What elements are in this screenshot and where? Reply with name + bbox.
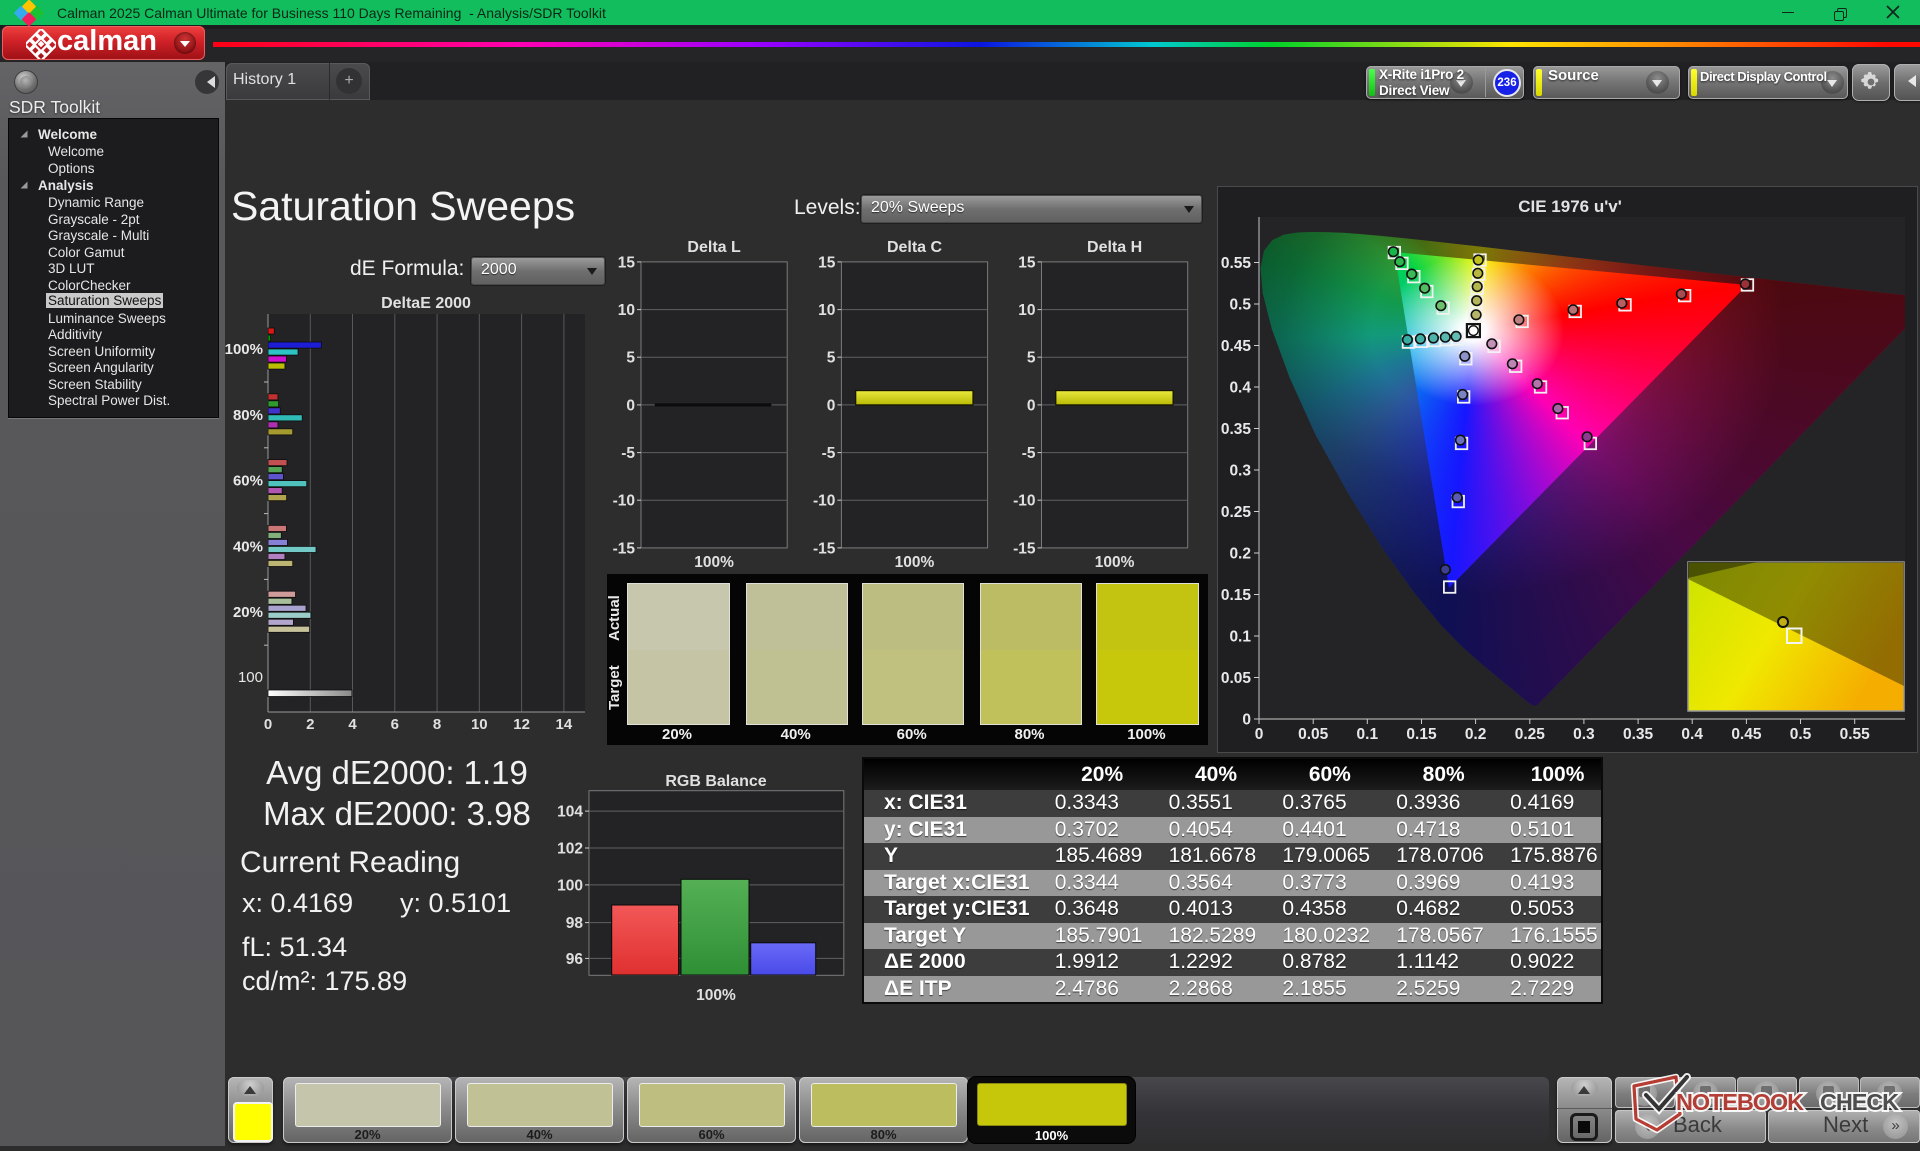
- svg-text:-5: -5: [621, 445, 635, 462]
- svg-text:0.1: 0.1: [1357, 726, 1379, 743]
- svg-text:0.15: 0.15: [1221, 587, 1252, 604]
- svg-text:80%: 80%: [233, 407, 263, 424]
- svg-text:CHECK: CHECK: [1820, 1089, 1899, 1115]
- svg-text:15: 15: [818, 254, 836, 271]
- svg-text:0: 0: [1242, 712, 1251, 729]
- svg-text:100%: 100%: [1095, 554, 1135, 571]
- svg-text:2: 2: [306, 716, 314, 733]
- svg-text:0: 0: [264, 716, 272, 733]
- svg-text:0: 0: [626, 397, 635, 414]
- svg-text:0.4: 0.4: [1229, 380, 1251, 397]
- svg-text:104: 104: [557, 804, 583, 821]
- svg-text:0: 0: [1255, 726, 1264, 743]
- svg-text:NOTEBOOK: NOTEBOOK: [1676, 1089, 1804, 1115]
- svg-text:12: 12: [513, 716, 530, 733]
- svg-text:Delta C: Delta C: [887, 239, 943, 256]
- svg-text:100%: 100%: [696, 987, 736, 1004]
- svg-text:60%: 60%: [233, 473, 263, 490]
- svg-text:10: 10: [818, 302, 835, 319]
- svg-text:Delta L: Delta L: [687, 239, 741, 256]
- svg-text:100%: 100%: [895, 554, 935, 571]
- svg-text:0.45: 0.45: [1731, 726, 1762, 743]
- svg-text:0.1: 0.1: [1229, 629, 1251, 646]
- svg-text:5: 5: [626, 350, 635, 367]
- svg-text:4: 4: [348, 716, 357, 733]
- svg-text:0.5: 0.5: [1229, 297, 1251, 314]
- svg-text:100%: 100%: [694, 554, 734, 571]
- svg-text:0.2: 0.2: [1229, 546, 1251, 563]
- svg-text:-10: -10: [1013, 493, 1035, 510]
- svg-text:DeltaE 2000: DeltaE 2000: [381, 295, 471, 312]
- svg-text:0.35: 0.35: [1623, 726, 1654, 743]
- svg-text:-5: -5: [822, 445, 836, 462]
- svg-text:-15: -15: [813, 540, 836, 557]
- svg-text:-5: -5: [1022, 445, 1036, 462]
- svg-text:0: 0: [827, 397, 836, 414]
- svg-text:RGB Balance: RGB Balance: [665, 773, 766, 790]
- svg-text:0.05: 0.05: [1298, 726, 1329, 743]
- svg-text:-15: -15: [1013, 540, 1036, 557]
- svg-text:0.3: 0.3: [1573, 726, 1595, 743]
- svg-text:-10: -10: [813, 493, 835, 510]
- svg-text:0.15: 0.15: [1406, 726, 1437, 743]
- svg-text:98: 98: [566, 915, 584, 932]
- svg-text:14: 14: [556, 716, 573, 733]
- svg-text:0.55: 0.55: [1221, 255, 1252, 272]
- svg-text:10: 10: [471, 716, 488, 733]
- svg-text:0.2: 0.2: [1465, 726, 1487, 743]
- svg-text:0.55: 0.55: [1840, 726, 1871, 743]
- svg-text:0.05: 0.05: [1221, 670, 1252, 687]
- svg-text:5: 5: [1027, 350, 1036, 367]
- svg-text:0: 0: [1027, 397, 1036, 414]
- svg-text:-10: -10: [613, 493, 635, 510]
- svg-text:102: 102: [557, 841, 583, 858]
- svg-text:15: 15: [618, 254, 636, 271]
- svg-text:0.5: 0.5: [1790, 726, 1812, 743]
- svg-text:10: 10: [1018, 302, 1035, 319]
- svg-text:100%: 100%: [225, 341, 263, 358]
- svg-text:5: 5: [827, 350, 836, 367]
- svg-text:10: 10: [618, 302, 635, 319]
- svg-text:15: 15: [1018, 254, 1036, 271]
- svg-text:Delta H: Delta H: [1087, 239, 1142, 256]
- svg-text:0.3: 0.3: [1229, 463, 1251, 480]
- svg-text:0.4: 0.4: [1681, 726, 1703, 743]
- svg-text:0.45: 0.45: [1221, 338, 1252, 355]
- svg-text:8: 8: [433, 716, 441, 733]
- svg-text:0.35: 0.35: [1221, 421, 1252, 438]
- svg-text:96: 96: [566, 951, 584, 968]
- svg-text:20%: 20%: [233, 604, 263, 621]
- svg-text:6: 6: [391, 716, 399, 733]
- svg-text:0.25: 0.25: [1221, 504, 1252, 521]
- svg-text:100: 100: [557, 877, 583, 894]
- svg-text:100: 100: [238, 669, 263, 686]
- svg-text:40%: 40%: [233, 538, 263, 555]
- svg-text:-15: -15: [613, 540, 636, 557]
- svg-text:0.25: 0.25: [1515, 726, 1546, 743]
